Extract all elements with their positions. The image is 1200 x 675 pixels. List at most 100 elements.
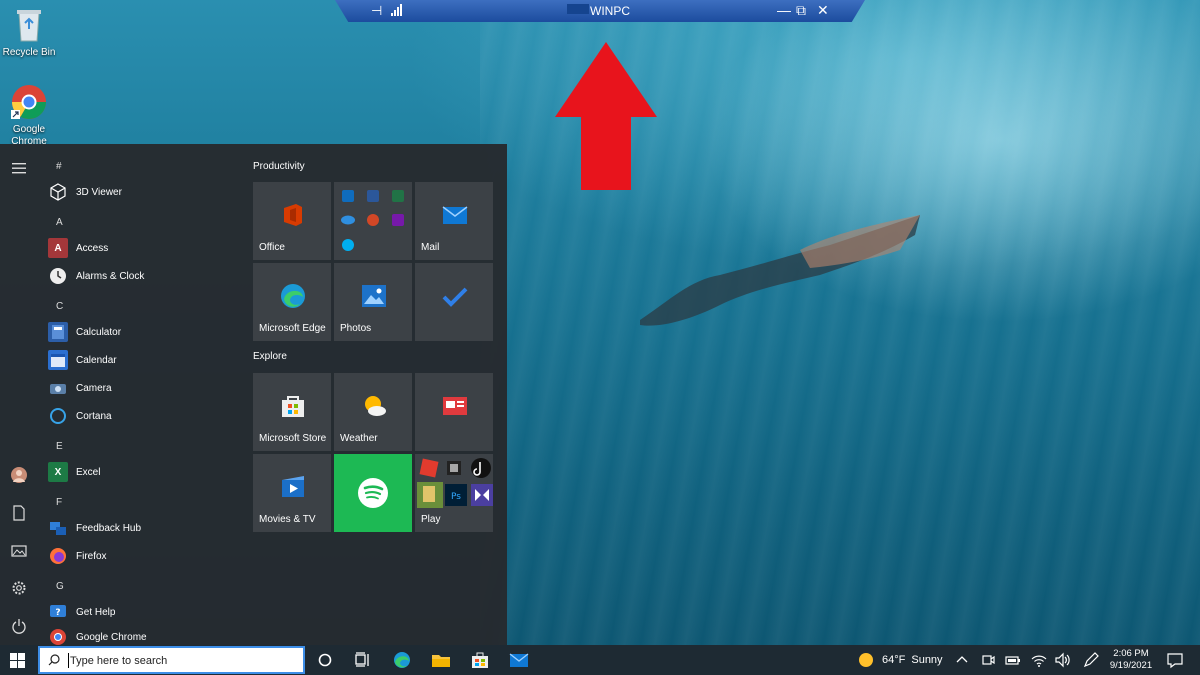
- camera-icon: [48, 378, 68, 398]
- store-taskbar-icon[interactable]: [470, 651, 490, 669]
- news-icon: [443, 397, 467, 415]
- edge-taskbar-icon[interactable]: [392, 651, 412, 669]
- app-label: Cortana: [76, 410, 112, 422]
- app-cortana[interactable]: Cortana: [48, 405, 112, 427]
- firefox-icon: [48, 546, 68, 566]
- taskbar-search-box[interactable]: Type here to search: [38, 646, 305, 674]
- app-excel[interactable]: X Excel: [48, 461, 100, 483]
- close-button[interactable]: ✕: [817, 2, 829, 19]
- group-title-productivity[interactable]: Productivity: [253, 161, 305, 172]
- app-calendar[interactable]: Calendar: [48, 349, 117, 371]
- clock-time: 2:06 PM: [1113, 648, 1149, 659]
- meet-now-icon[interactable]: [980, 651, 996, 669]
- feedback-hub-icon: [48, 518, 68, 538]
- svg-text:Ps: Ps: [451, 492, 461, 502]
- checkmark-icon: [442, 287, 468, 307]
- weather-condition: Sunny: [911, 654, 943, 666]
- app-label: Calculator: [76, 326, 122, 338]
- tile-office-apps[interactable]: [334, 182, 412, 260]
- volume-icon[interactable]: [1054, 651, 1072, 669]
- notification-center-icon[interactable]: [1166, 651, 1184, 669]
- app-label: Get Help: [76, 606, 116, 618]
- cortana-icon: [48, 406, 68, 426]
- cortana-circle-icon[interactable]: [315, 651, 335, 669]
- start-menu: # 3D Viewer A A Access Alarms & Clock C …: [0, 144, 507, 645]
- mail-taskbar-icon[interactable]: [509, 651, 529, 669]
- pin-icon[interactable]: ⊣: [371, 3, 382, 19]
- app-label: Excel: [76, 466, 101, 478]
- section-letter[interactable]: #: [56, 161, 62, 172]
- taskbar: Type here to search 64°F Sunny 2:06 PM 9…: [0, 645, 1200, 675]
- chevron-up-icon[interactable]: [954, 651, 970, 669]
- weather-widget[interactable]: 64°F Sunny: [858, 645, 943, 675]
- wifi-icon[interactable]: [1030, 651, 1048, 669]
- app-label: Access: [76, 242, 109, 254]
- settings-gear-icon[interactable]: [10, 579, 28, 597]
- tile-office[interactable]: Office: [253, 182, 331, 260]
- file-explorer-icon[interactable]: [431, 651, 451, 669]
- section-letter[interactable]: F: [56, 497, 62, 508]
- app-alarms-clock[interactable]: Alarms & Clock: [48, 265, 144, 287]
- sun-icon: [859, 653, 873, 667]
- chrome-icon: [48, 629, 68, 645]
- store-icon: [282, 396, 304, 417]
- play-games-icon: Ps: [417, 458, 493, 508]
- desktop-icon-google-chrome[interactable]: Google Chrome: [0, 82, 61, 148]
- battery-icon[interactable]: [1004, 651, 1022, 669]
- app-firefox[interactable]: Firefox: [48, 545, 107, 567]
- weather-temp: 64°F: [882, 654, 906, 666]
- desktop-icon-recycle-bin[interactable]: Recycle Bin: [0, 5, 61, 58]
- tile-label: Movies & TV: [259, 514, 316, 525]
- pen-icon[interactable]: [1082, 651, 1100, 669]
- clock[interactable]: 2:06 PM 9/19/2021: [1106, 648, 1156, 672]
- app-label: Alarms & Clock: [76, 270, 145, 282]
- power-icon[interactable]: [10, 617, 28, 635]
- mail-icon: [442, 206, 468, 224]
- wallpaper-diver: [640, 215, 920, 326]
- weather-sun-icon: [365, 396, 386, 416]
- section-letter[interactable]: G: [56, 581, 64, 592]
- remote-connection-bar[interactable]: ⊣ WINPC — ⧉ ✕: [335, 0, 865, 22]
- hamburger-icon[interactable]: [10, 159, 28, 177]
- app-label: Feedback Hub: [76, 522, 142, 534]
- documents-icon[interactable]: [10, 504, 28, 522]
- signal-icon: [391, 4, 402, 16]
- excel-icon: X: [48, 462, 68, 482]
- section-letter[interactable]: A: [56, 217, 63, 228]
- app-google-chrome[interactable]: Google Chrome: [48, 629, 147, 645]
- app-3d-viewer[interactable]: 3D Viewer: [48, 181, 122, 203]
- connection-indicator: [567, 4, 589, 14]
- tile-mail[interactable]: Mail: [415, 182, 493, 260]
- pictures-icon[interactable]: [10, 542, 28, 560]
- tile-spotify[interactable]: [334, 454, 412, 532]
- tile-todo[interactable]: [415, 263, 493, 341]
- tile-play[interactable]: Ps Play: [415, 454, 493, 532]
- app-calculator[interactable]: Calculator: [48, 321, 121, 343]
- app-camera[interactable]: Camera: [48, 377, 112, 399]
- tile-news[interactable]: [415, 373, 493, 451]
- task-view-icon[interactable]: [353, 651, 373, 669]
- app-access[interactable]: A Access: [48, 237, 108, 259]
- app-get-help[interactable]: ? Get Help: [48, 601, 115, 623]
- tile-weather[interactable]: Weather: [334, 373, 412, 451]
- app-feedback-hub[interactable]: Feedback Hub: [48, 517, 141, 539]
- section-letter[interactable]: E: [56, 441, 63, 452]
- tile-microsoft-edge[interactable]: Microsoft Edge: [253, 263, 331, 341]
- windows-start-icon[interactable]: [10, 653, 26, 669]
- tile-photos[interactable]: Photos: [334, 263, 412, 341]
- cube-icon: [48, 182, 68, 202]
- desktop-icon-label: Recycle Bin: [2, 47, 56, 58]
- tile-label: Mail: [421, 242, 440, 253]
- minimize-button[interactable]: —: [777, 2, 791, 18]
- svg-text:?: ?: [55, 608, 60, 618]
- annotation-arrow-icon: [555, 42, 657, 190]
- app-label: Calendar: [76, 354, 117, 366]
- section-letter[interactable]: C: [56, 301, 63, 312]
- tile-microsoft-store[interactable]: Microsoft Store: [253, 373, 331, 451]
- tile-movies-tv[interactable]: Movies & TV: [253, 454, 331, 532]
- photos-icon: [362, 285, 386, 307]
- restore-button[interactable]: ⧉: [796, 2, 806, 19]
- user-avatar[interactable]: [10, 466, 28, 484]
- recycle-bin-icon: [9, 5, 49, 45]
- group-title-explore[interactable]: Explore: [253, 351, 287, 362]
